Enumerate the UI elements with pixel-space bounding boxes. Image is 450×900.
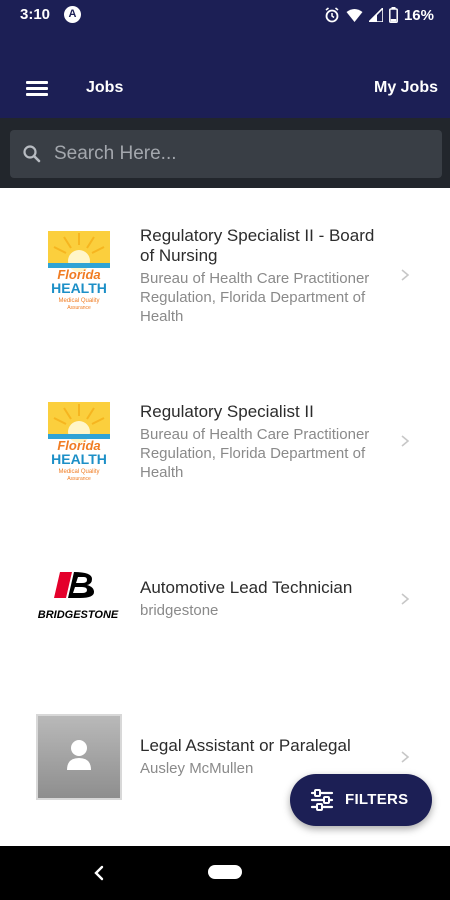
job-company: Bureau of Health Care Practitioner Regul… — [140, 270, 370, 325]
alarm-icon — [325, 7, 339, 23]
job-title: Automotive Lead Technician — [140, 578, 353, 597]
job-title: Regulatory Specialist II — [140, 402, 314, 421]
app-bar: Jobs My Jobs — [0, 30, 450, 118]
svg-text:Medical Quality: Medical Quality — [58, 298, 99, 304]
status-bar: 3:10 A 16% — [0, 0, 450, 30]
health-text: HEALTH — [51, 451, 107, 467]
sliders-icon — [310, 789, 334, 811]
my-jobs-link[interactable]: My Jobs — [374, 79, 438, 97]
search-box[interactable] — [10, 130, 442, 178]
chevron-right-icon — [401, 435, 410, 447]
hamburger-menu-icon[interactable] — [26, 78, 52, 98]
status-time: 3:10 — [20, 6, 51, 23]
job-text: Automotive Lead Technician bridgestone — [140, 578, 380, 620]
job-list-item[interactable]: Florida HEALTH Medical Quality Assurance… — [0, 226, 450, 336]
job-title: Legal Assistant or Paralegal — [140, 736, 351, 755]
chevron-right-icon — [401, 269, 410, 281]
job-text: Regulatory Specialist II Bureau of Healt… — [140, 402, 380, 482]
filters-button[interactable]: FILTERS — [290, 774, 432, 826]
bridgestone-wordmark: BRIDGESTONE — [38, 609, 119, 621]
job-text: Legal Assistant or Paralegal Ausley McMu… — [140, 736, 380, 778]
job-list-item[interactable]: Florida HEALTH Medical Quality Assurance… — [0, 402, 450, 502]
person-placeholder-icon — [36, 714, 122, 800]
home-pill-button[interactable] — [208, 865, 242, 879]
job-text: Regulatory Specialist II - Board of Nurs… — [140, 226, 380, 326]
notification-a-icon: A — [64, 6, 81, 23]
search-bar — [0, 118, 450, 188]
search-icon — [23, 145, 41, 163]
health-text: HEALTH — [51, 280, 107, 296]
filters-label: FILTERS — [345, 791, 409, 808]
svg-text:Medical Quality: Medical Quality — [58, 469, 99, 475]
bridgestone-logo: BRIDGESTONE — [32, 568, 124, 630]
battery-icon — [389, 7, 398, 23]
job-company: Bureau of Health Care Practitioner Regul… — [140, 426, 370, 481]
chevron-right-icon — [401, 751, 410, 763]
svg-text:Assurance: Assurance — [67, 476, 91, 482]
job-company: bridgestone — [140, 602, 219, 619]
system-nav-bar — [0, 846, 450, 900]
signal-icon — [368, 8, 383, 22]
search-input[interactable] — [54, 130, 434, 178]
wifi-icon — [346, 8, 363, 22]
job-title: Regulatory Specialist II - Board of Nurs… — [140, 226, 375, 265]
page-title: Jobs — [86, 79, 124, 96]
chevron-right-icon — [401, 593, 410, 605]
job-list: Florida HEALTH Medical Quality Assurance… — [0, 188, 450, 846]
status-icons: 16% — [324, 5, 434, 25]
back-chevron-icon[interactable] — [92, 864, 106, 882]
florida-health-logo: Florida HEALTH Medical Quality Assurance — [44, 402, 114, 486]
battery-percent: 16% — [403, 6, 434, 24]
job-list-item[interactable]: BRIDGESTONE Automotive Lead Technician b… — [0, 568, 450, 658]
svg-text:Assurance: Assurance — [67, 305, 91, 311]
florida-health-logo: Florida HEALTH Medical Quality Assurance — [44, 231, 114, 315]
